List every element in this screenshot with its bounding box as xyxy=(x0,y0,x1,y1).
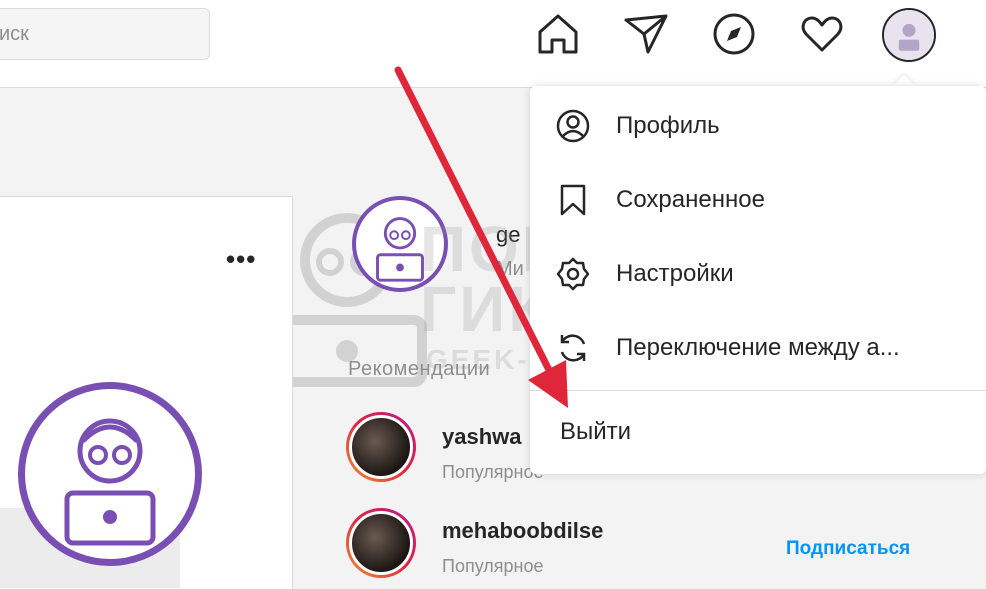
profile-icon xyxy=(556,109,590,143)
logout-label: Выйти xyxy=(560,418,632,445)
profile-dropdown-menu: Профиль Сохраненное Настройки Переключен… xyxy=(530,86,986,474)
suggestion-avatar[interactable] xyxy=(346,508,416,578)
search-box[interactable] xyxy=(0,8,210,60)
menu-item-label: Сохраненное xyxy=(616,186,765,213)
gear-icon xyxy=(556,257,590,291)
suggestion-subtitle: Популярное xyxy=(442,556,544,576)
menu-divider xyxy=(530,390,986,391)
bookmark-icon xyxy=(556,183,590,217)
menu-item-saved[interactable]: Сохраненное xyxy=(530,164,986,236)
suggestion-subtitle: Популярное xyxy=(442,462,544,482)
menu-item-profile[interactable]: Профиль xyxy=(530,90,986,162)
suggestion-avatar[interactable] xyxy=(346,412,416,482)
suggestion-username[interactable]: mehaboobdilse xyxy=(442,518,603,544)
more-options-button[interactable]: ••• xyxy=(226,244,256,275)
follow-button[interactable]: Подписаться xyxy=(786,538,910,560)
direct-icon[interactable] xyxy=(622,10,670,58)
home-icon[interactable] xyxy=(534,10,582,58)
search-input[interactable] xyxy=(0,9,199,59)
post-author-avatar[interactable] xyxy=(18,382,202,566)
menu-item-settings[interactable]: Настройки xyxy=(530,238,986,310)
menu-item-logout[interactable]: Выйти xyxy=(530,396,986,468)
menu-item-label: Настройки xyxy=(616,260,734,287)
suggestion-username[interactable]: yashwa xyxy=(442,424,522,450)
menu-item-label: Переключение между а... xyxy=(616,334,900,361)
switch-icon xyxy=(556,331,590,365)
activity-icon[interactable] xyxy=(798,10,846,58)
menu-item-label: Профиль xyxy=(616,112,720,139)
explore-icon[interactable] xyxy=(710,10,758,58)
profile-avatar[interactable] xyxy=(882,8,936,62)
top-navbar xyxy=(0,0,986,88)
menu-item-switch-accounts[interactable]: Переключение между а... xyxy=(530,312,986,384)
